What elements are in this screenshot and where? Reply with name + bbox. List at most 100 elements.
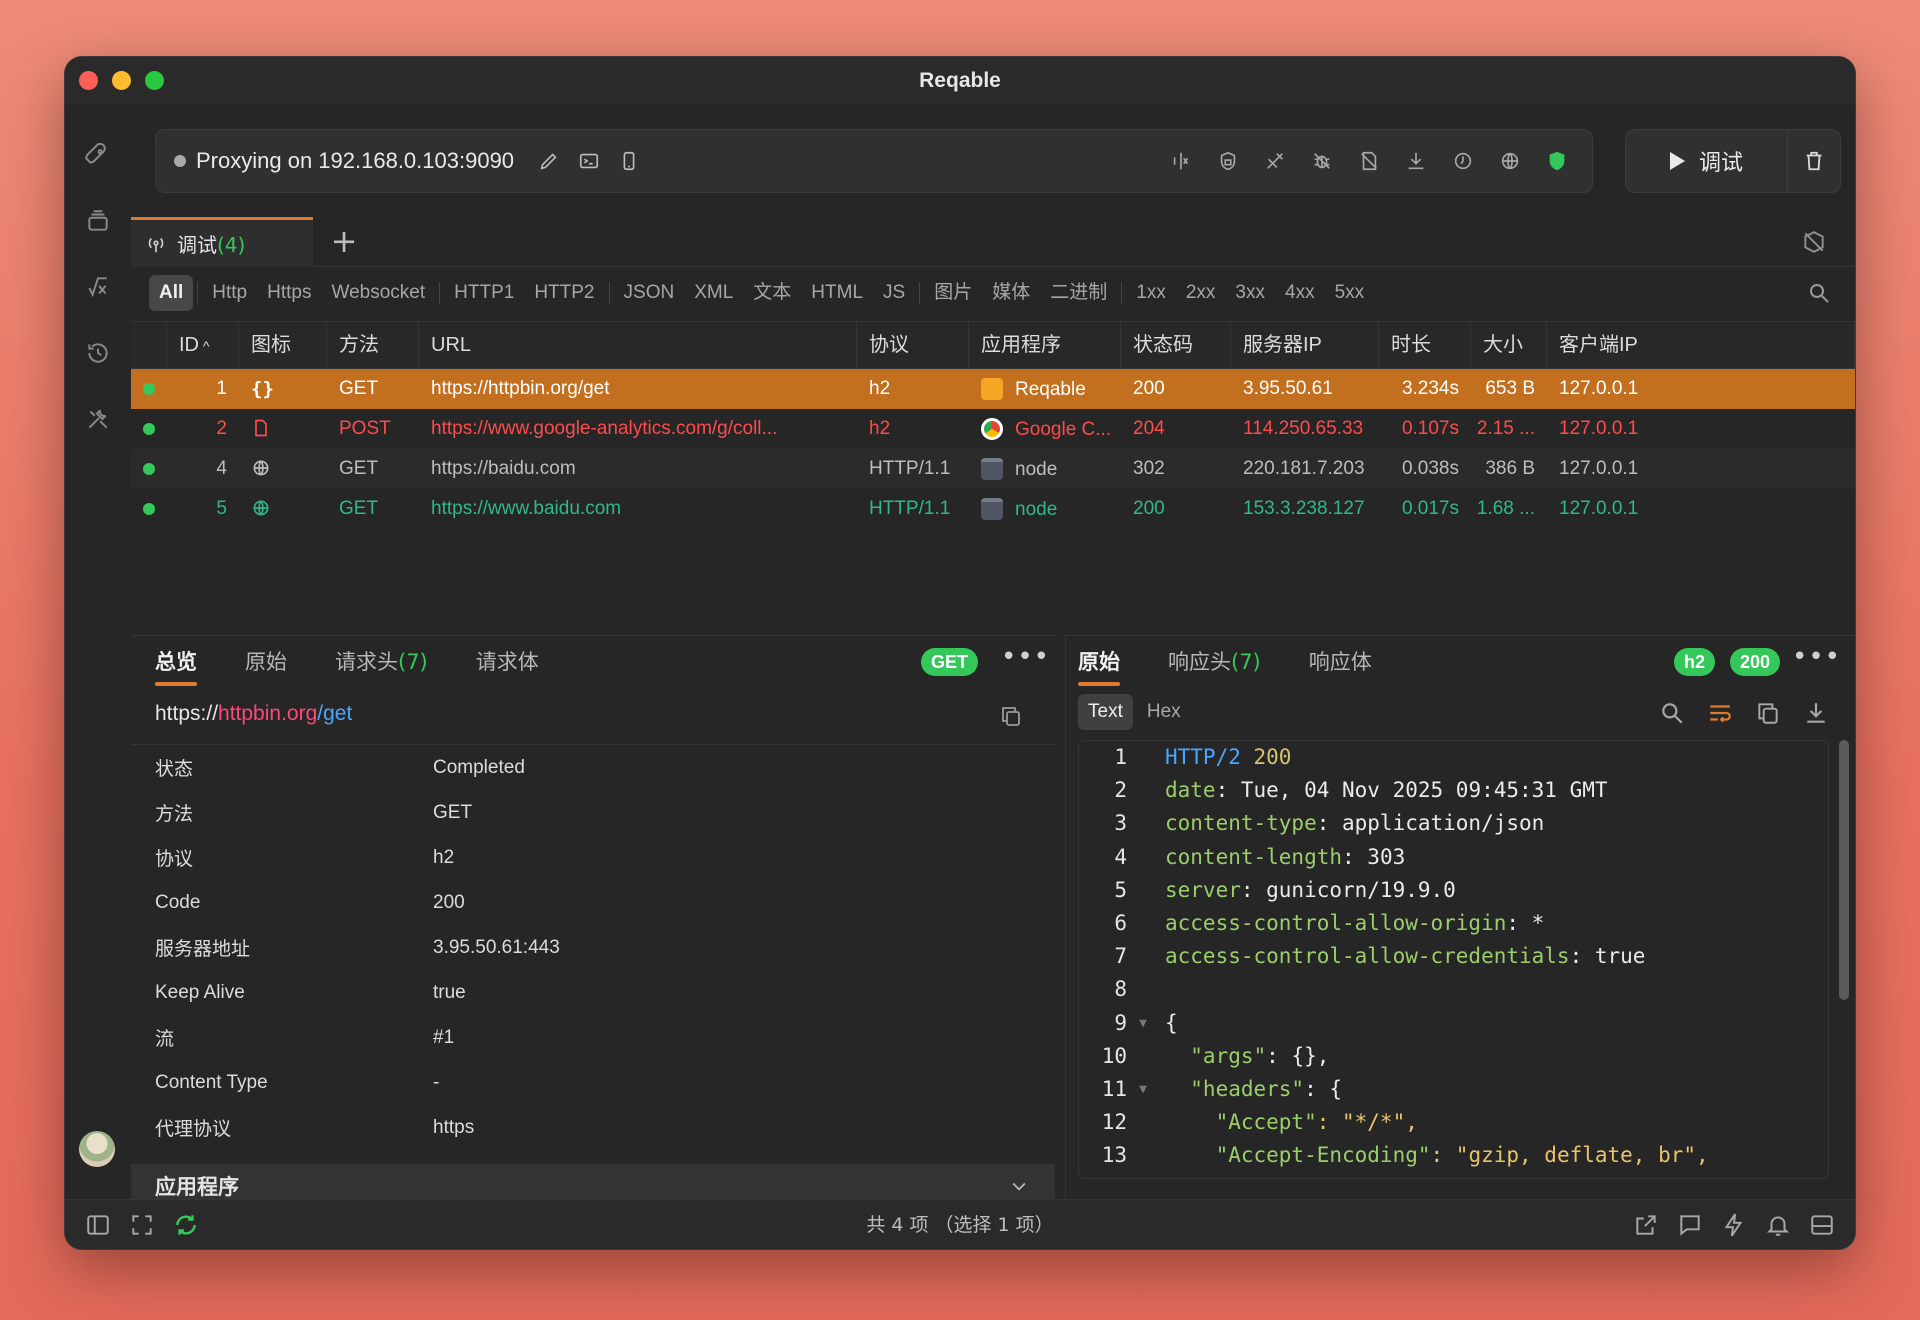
app-icon [981,377,1003,400]
feedback-icon[interactable] [1677,1212,1703,1238]
download-icon[interactable] [1399,144,1433,178]
filter-8[interactable]: 文本 [743,275,801,311]
minimize-window-button[interactable] [112,71,131,90]
column-header-6[interactable]: 状态码 [1121,322,1231,368]
field-value[interactable]: 3.95.50.61:443 [433,937,560,959]
table-row[interactable]: 2 POST https://www.google-analytics.com/g/… [131,409,1855,449]
function-icon[interactable] [82,271,114,303]
throttle-icon[interactable] [1446,144,1480,178]
filter-10[interactable]: JS [873,275,915,311]
filter-12[interactable]: 媒体 [982,275,1040,311]
script-off-icon[interactable] [1352,144,1386,178]
filter-11[interactable]: 图片 [924,275,982,311]
collections-icon[interactable] [82,205,114,237]
terminal-icon[interactable] [572,144,606,178]
column-header-label: 方法 [339,334,379,356]
word-wrap-icon[interactable] [1707,700,1733,726]
lightning-icon[interactable] [1721,1212,1747,1238]
tab-response-raw[interactable]: 原始 [1078,636,1120,688]
tab-request-body[interactable]: 请求体 [476,636,539,688]
filter-0[interactable]: All [149,275,194,311]
ssl-proxy-icon[interactable] [1211,144,1245,178]
column-header-4[interactable]: 协议 [857,322,969,368]
request-url[interactable]: https://httpbin.org/get [155,702,352,726]
filter-18[interactable]: 5xx [1325,275,1375,311]
fold-toggle-icon[interactable]: ▼ [1139,1073,1147,1106]
zoom-window-button[interactable] [145,71,164,90]
download-icon[interactable] [1803,700,1829,726]
table-row[interactable]: 5 GET https://www.baidu.com HTTP/1.1 node 200… [131,489,1855,529]
filter-16[interactable]: 3xx [1225,275,1275,311]
debug-run-button[interactable]: 调试 [1626,130,1788,192]
copy-icon[interactable] [1755,700,1781,726]
filter-7[interactable]: XML [684,275,743,311]
rewrite-off-icon[interactable] [1258,144,1292,178]
rocket-icon[interactable] [82,139,114,171]
field-value[interactable]: h2 [433,847,454,869]
close-window-button[interactable] [79,71,98,90]
field-value[interactable]: Completed [433,757,525,779]
filter-4[interactable]: HTTP1 [444,275,524,311]
screenshot-off-icon[interactable] [1801,229,1829,257]
column-header-2[interactable]: 方法 [327,322,419,368]
column-header-9[interactable]: 大小 [1471,322,1547,368]
more-options-icon[interactable]: ••• [1792,642,1841,672]
filter-14[interactable]: 1xx [1126,275,1176,311]
tab-overview[interactable]: 总览 [155,636,197,688]
tools-icon[interactable] [82,403,114,435]
avatar[interactable] [79,1131,115,1167]
tab-raw[interactable]: 原始 [245,636,287,688]
filter-6[interactable]: JSON [614,275,685,311]
vertical-scrollbar[interactable] [1839,740,1849,1000]
filter-5[interactable]: HTTP2 [524,275,604,311]
field-value[interactable]: GET [433,802,472,824]
more-options-icon[interactable]: ••• [1001,642,1050,672]
filter-13[interactable]: 二进制 [1040,275,1117,311]
close-icon[interactable]: ✕ [1852,642,1855,672]
table-row[interactable]: 4 GET https://baidu.com HTTP/1.1 node 302 220.… [131,449,1855,489]
subtab-text[interactable]: Text [1078,694,1133,730]
column-header-0[interactable]: ID ^ [167,322,239,368]
filter-17[interactable]: 4xx [1275,275,1325,311]
tab-response-body[interactable]: 响应体 [1309,636,1372,688]
field-value[interactable]: #1 [433,1027,454,1049]
response-raw-code[interactable]: 1 HTTP/2 200 2 date: Tue, 04 Nov 2025 09:45… [1078,740,1829,1179]
search-icon[interactable] [1807,281,1831,305]
edit-pencil-icon[interactable] [532,144,566,178]
field-value[interactable]: 200 [433,892,465,914]
filter-9[interactable]: HTML [801,275,873,311]
subtab-hex[interactable]: Hex [1137,694,1191,730]
field-value[interactable]: - [433,1072,439,1094]
security-shield-icon[interactable] [1540,144,1574,178]
panel-layout-icon[interactable] [1809,1212,1835,1238]
column-header-5[interactable]: 应用程序 [969,322,1121,368]
history-icon[interactable] [82,337,114,369]
table-row[interactable]: 1 {} GET https://httpbin.org/get h2 Reqable 20… [131,369,1855,409]
filter-1[interactable]: Http [202,275,257,311]
copy-icon[interactable] [999,704,1023,728]
column-header-10[interactable]: 客户端IP [1547,322,1855,368]
fold-toggle-icon[interactable]: ▼ [1139,1007,1147,1040]
mobile-device-icon[interactable] [612,144,646,178]
add-tab-button[interactable]: + [327,225,361,259]
field-value[interactable]: true [433,982,466,1004]
tab-response-headers[interactable]: 响应头(7) [1168,636,1261,688]
breakpoint-bug-icon[interactable] [1305,144,1339,178]
field-value[interactable]: https [433,1117,474,1139]
cell-method: GET [339,378,379,399]
filter-15[interactable]: 2xx [1176,275,1226,311]
clear-trash-button[interactable] [1788,130,1840,192]
search-icon[interactable] [1659,700,1685,726]
export-icon[interactable] [1633,1212,1659,1238]
filter-3[interactable]: Websocket [322,275,436,311]
tab-request-headers[interactable]: 请求头(7) [335,636,428,688]
filter-2[interactable]: Https [257,275,321,311]
session-tab-debug[interactable]: 调试(4) [131,217,313,267]
bell-icon[interactable] [1765,1212,1791,1238]
column-header-3[interactable]: URL [419,322,857,368]
column-header-8[interactable]: 时长 [1379,322,1471,368]
column-header-7[interactable]: 服务器IP [1231,322,1379,368]
split-icon[interactable] [1164,144,1198,178]
column-header-1[interactable]: 图标 [239,322,327,368]
network-globe-icon[interactable] [1493,144,1527,178]
